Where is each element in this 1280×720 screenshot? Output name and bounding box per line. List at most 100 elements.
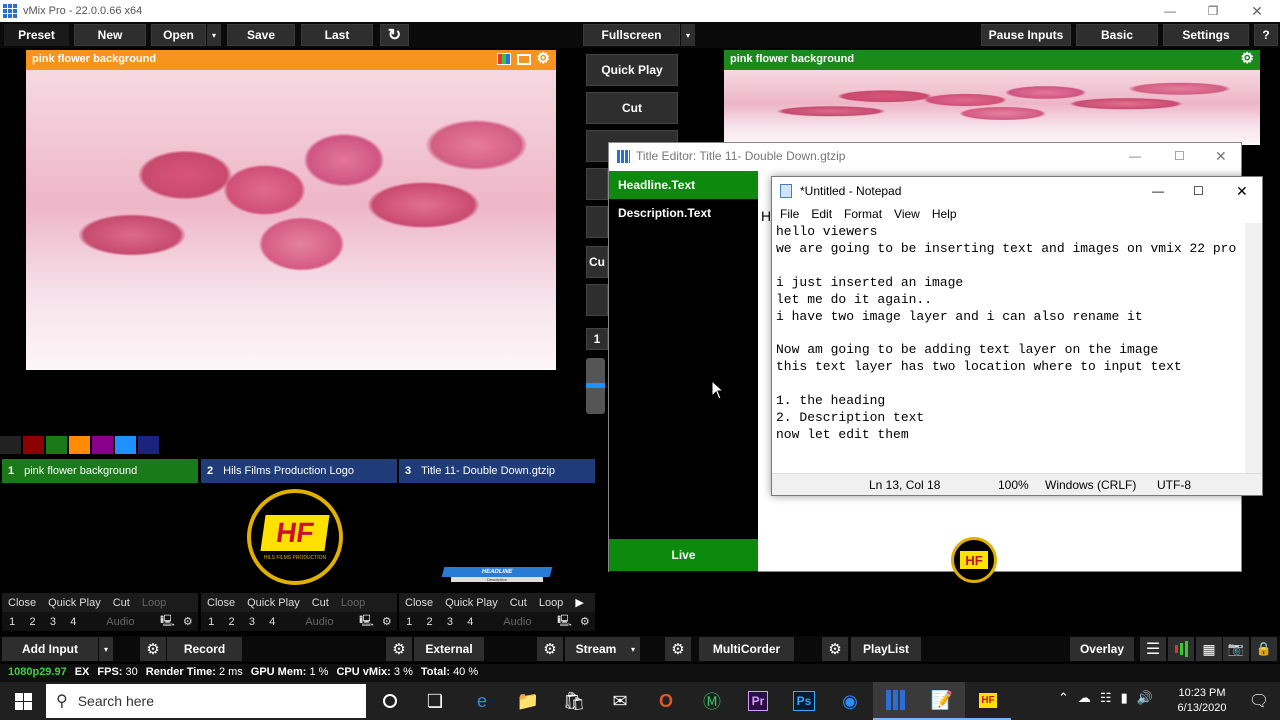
input-thumbnail[interactable]: HF HILS FILMS PRODUCTION: [201, 483, 397, 593]
menu-view[interactable]: View: [888, 207, 926, 221]
playlist-button[interactable]: PlayList: [851, 637, 921, 661]
transition-button[interactable]: [586, 206, 608, 238]
swatch[interactable]: [115, 436, 136, 454]
layer-3-button[interactable]: 3: [440, 616, 460, 628]
zoom-icon[interactable]: ◉: [827, 682, 873, 720]
quick-play-button[interactable]: Quick Play: [439, 597, 504, 609]
tbar-slider[interactable]: [586, 358, 605, 414]
menu-help[interactable]: Help: [926, 207, 963, 221]
record-button[interactable]: Record: [167, 637, 242, 661]
cortana-icon[interactable]: [367, 682, 413, 720]
monitor-icon[interactable]: 🖳: [157, 612, 177, 631]
restore-icon[interactable]: ❐: [1193, 0, 1233, 22]
layer-3-button[interactable]: 3: [242, 616, 262, 628]
tbar-handle[interactable]: [586, 383, 605, 388]
transition-button[interactable]: Cu: [586, 246, 608, 278]
hf-taskbar-icon[interactable]: HF: [965, 682, 1011, 720]
menu-icon[interactable]: ☰: [1140, 637, 1166, 661]
stream-settings-gear-icon[interactable]: ⚙: [537, 637, 563, 661]
volume-icon[interactable]: 🔊: [1137, 690, 1153, 706]
layer-2-button[interactable]: 2: [22, 616, 42, 628]
swatch[interactable]: [23, 436, 44, 454]
audio-button[interactable]: Audio: [84, 616, 158, 628]
settings-button[interactable]: Settings: [1163, 24, 1249, 46]
gear-icon[interactable]: ⚙: [537, 51, 550, 66]
swatch[interactable]: [138, 436, 159, 454]
input-thumbnail[interactable]: [2, 483, 198, 593]
transition-button[interactable]: [586, 168, 608, 200]
menu-file[interactable]: File: [774, 207, 805, 221]
store-icon[interactable]: 🛍: [551, 682, 597, 720]
help-button[interactable]: ?: [1254, 24, 1278, 46]
minimize-icon[interactable]: —: [1150, 0, 1190, 22]
audio-meter-icon[interactable]: [1168, 637, 1194, 661]
swatch[interactable]: [0, 436, 21, 454]
photoshop-icon[interactable]: Ps: [781, 682, 827, 720]
swatch[interactable]: [69, 436, 90, 454]
maximize-icon[interactable]: ☐: [1193, 184, 1204, 198]
external-button[interactable]: External: [414, 637, 484, 661]
loop-button[interactable]: Loop: [136, 597, 172, 609]
close-icon[interactable]: ✕: [1237, 0, 1277, 22]
monitor-icon[interactable]: 🖳: [356, 612, 376, 631]
overlay-button[interactable]: Overlay: [1070, 637, 1134, 661]
open-button[interactable]: Open: [151, 24, 206, 46]
input-tile[interactable]: 1 pink flower background Close Quick Play C…: [2, 459, 198, 631]
fullscreen-button[interactable]: Fullscreen: [583, 24, 680, 46]
field-description[interactable]: Description.Text: [609, 199, 758, 227]
input-tile[interactable]: 2 Hils Films Production Logo HF HILS FILM…: [201, 459, 397, 631]
notepad-taskbar-icon[interactable]: 📝: [919, 682, 965, 720]
audio-button[interactable]: Audio: [283, 616, 357, 628]
task-view-icon[interactable]: ❏: [412, 682, 458, 720]
notification-icon[interactable]: 🗨: [1236, 682, 1280, 720]
quick-play-button[interactable]: Quick Play: [241, 597, 306, 609]
maximize-icon[interactable]: ☐: [1174, 149, 1185, 163]
live-button[interactable]: Live: [609, 539, 758, 571]
transition-number[interactable]: 1: [586, 328, 608, 350]
close-button[interactable]: Close: [399, 597, 439, 609]
vertical-scrollbar[interactable]: [1245, 223, 1262, 473]
layer-1-button[interactable]: 1: [399, 616, 419, 628]
stream-dropdown-icon[interactable]: ▾: [626, 637, 640, 661]
record-settings-gear-icon[interactable]: ⚙: [140, 637, 166, 661]
edge-icon[interactable]: e: [459, 682, 505, 720]
close-icon[interactable]: ✕: [1236, 183, 1248, 200]
upwork-icon[interactable]: Ⓜ: [689, 682, 735, 720]
last-button[interactable]: Last: [301, 24, 373, 46]
clock[interactable]: 10:23 PM 6/13/2020: [1166, 686, 1238, 716]
cut-button[interactable]: Cut: [306, 597, 335, 609]
swatch[interactable]: [46, 436, 67, 454]
gear-icon[interactable]: ⚙: [178, 615, 198, 628]
cut-button[interactable]: Cut: [504, 597, 533, 609]
cloud-icon[interactable]: ☁: [1078, 690, 1091, 706]
loop-button[interactable]: Loop: [335, 597, 371, 609]
basic-button[interactable]: Basic: [1076, 24, 1158, 46]
taskbar-search-box[interactable]: ⚲ Search here: [46, 684, 366, 718]
close-button[interactable]: Close: [201, 597, 241, 609]
menu-edit[interactable]: Edit: [805, 207, 838, 221]
new-button[interactable]: New: [74, 24, 146, 46]
quick-play-button[interactable]: Quick Play: [586, 54, 678, 86]
save-button[interactable]: Save: [227, 24, 295, 46]
mail-icon[interactable]: ✉: [597, 682, 643, 720]
monitor-icon[interactable]: 🖳: [554, 612, 574, 631]
input-thumbnail[interactable]: HEADLINE Description: [399, 483, 595, 593]
stream-button[interactable]: Stream: [565, 637, 627, 661]
layer-4-button[interactable]: 4: [262, 616, 282, 628]
external-settings-gear-icon[interactable]: ⚙: [386, 637, 412, 661]
battery-icon[interactable]: ▮: [1121, 690, 1128, 706]
cut-button[interactable]: Cut: [586, 92, 678, 124]
premiere-icon[interactable]: Pr: [735, 682, 781, 720]
multicorder-settings-gear-icon[interactable]: ⚙: [665, 637, 691, 661]
audio-button[interactable]: Audio: [481, 616, 555, 628]
layer-1-button[interactable]: 1: [201, 616, 221, 628]
close-icon[interactable]: ✕: [1215, 148, 1227, 165]
layer-3-button[interactable]: 3: [43, 616, 63, 628]
chevron-up-icon[interactable]: ⌃: [1058, 690, 1069, 706]
minimize-icon[interactable]: —: [1129, 149, 1141, 163]
gear-icon[interactable]: ⚙: [575, 615, 595, 628]
office-icon[interactable]: O: [643, 682, 689, 720]
playlist-settings-gear-icon[interactable]: ⚙: [822, 637, 848, 661]
color-grid-icon[interactable]: [496, 53, 511, 65]
vmix-taskbar-icon[interactable]: [873, 682, 919, 720]
